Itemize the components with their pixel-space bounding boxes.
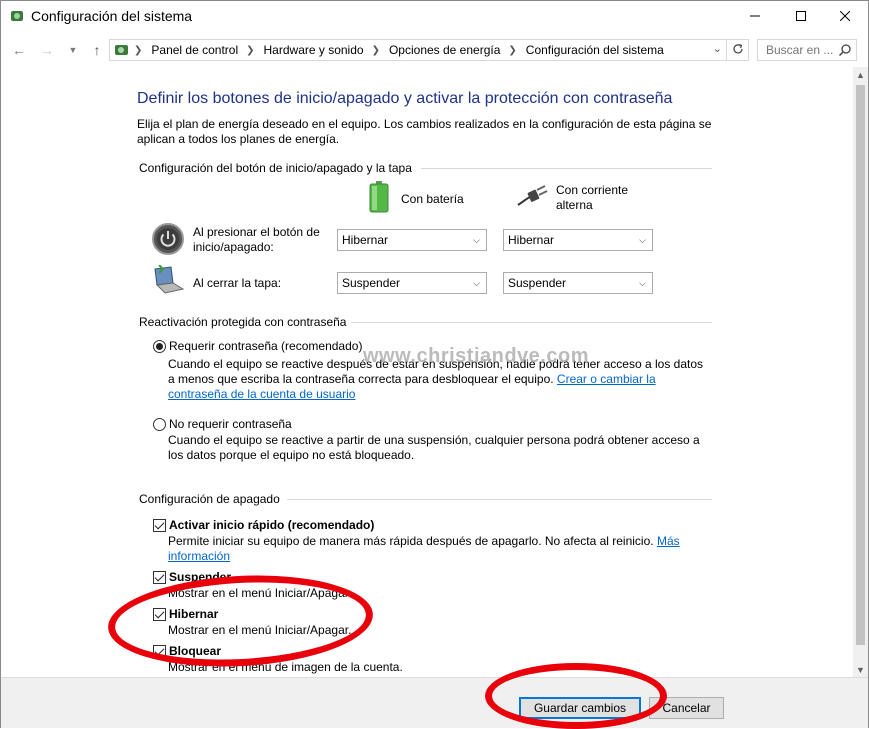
chevron-up-icon: ▲ <box>856 69 865 80</box>
password-section-title: Reactivación protegida con contraseña <box>139 315 347 329</box>
minimize-icon <box>750 10 760 24</box>
power-buttons-section-title: Configuración del botón de inicio/apagad… <box>139 161 412 175</box>
section-divider <box>421 168 712 169</box>
section-divider <box>287 499 712 500</box>
close-icon <box>839 10 851 24</box>
breadcrumb-item-panel[interactable]: Panel de control <box>151 43 238 57</box>
refresh-button[interactable] <box>726 40 748 60</box>
power-button-battery-value: Hibernar <box>342 233 389 247</box>
watermark-text: www.christiandve.com <box>363 345 589 367</box>
hibernate-checkbox[interactable] <box>153 608 166 621</box>
breadcrumb-separator-icon: ❯ <box>246 44 255 56</box>
title-bar: Configuración del sistema <box>1 1 868 32</box>
breadcrumb: ❯ Panel de control ❯ Hardware y sonido ❯… <box>134 43 664 57</box>
fast-startup-desc-text: Permite iniciar su equipo de manera más … <box>168 534 654 548</box>
ac-column-label: Con corriente alterna <box>556 183 629 212</box>
sleep-checkbox[interactable] <box>153 571 166 584</box>
chevron-down-icon: ⌵ <box>639 235 646 245</box>
lock-label[interactable]: Bloquear <box>169 644 221 658</box>
window-title: Configuración del sistema <box>31 8 193 24</box>
close-button[interactable] <box>822 1 868 32</box>
chevron-down-icon: ⌵ <box>473 235 480 245</box>
scroll-up-button[interactable]: ▲ <box>853 67 868 82</box>
shutdown-section-title: Configuración de apagado <box>139 492 280 506</box>
lid-ac-value: Suspender <box>508 276 567 290</box>
navigation-bar: ← → ▼ ↑ ❯ Panel de control ❯ Hardware y … <box>1 37 868 63</box>
lid-ac-select[interactable]: Suspender ⌵ <box>503 272 653 294</box>
power-plug-icon <box>516 183 548 213</box>
breadcrumb-separator-icon: ❯ <box>371 44 380 56</box>
breadcrumb-separator-icon: ❯ <box>134 44 143 56</box>
back-arrow-icon: ← <box>12 42 26 58</box>
require-password-label[interactable]: Requerir contraseña (recomendado) <box>169 339 362 353</box>
breadcrumb-item-power[interactable]: Opciones de energía <box>389 43 500 57</box>
recent-locations-button[interactable]: ▼ <box>63 40 83 60</box>
page-title: Definir los botones de inicio/apagado y … <box>137 90 673 107</box>
forward-arrow-icon: → <box>40 42 54 58</box>
no-password-radio[interactable] <box>153 418 166 431</box>
no-password-description: Cuando el equipo se reactive a partir de… <box>168 433 700 462</box>
page-intro: Elija el plan de energía deseado en el e… <box>137 117 712 146</box>
scrollbar-thumb[interactable] <box>856 85 865 645</box>
back-button[interactable]: ← <box>9 40 29 60</box>
power-button-ac-value: Hibernar <box>508 233 555 247</box>
control-panel-icon <box>114 42 130 61</box>
minimize-button[interactable] <box>732 1 778 32</box>
chevron-down-icon: ⌵ <box>639 278 646 288</box>
search-input[interactable] <box>758 40 836 60</box>
address-dropdown-icon[interactable]: ⌄ <box>713 42 722 55</box>
no-password-label[interactable]: No requerir contraseña <box>169 417 292 431</box>
fast-startup-checkbox[interactable] <box>153 519 166 532</box>
breadcrumb-separator-icon: ❯ <box>508 44 517 56</box>
fast-startup-label[interactable]: Activar inicio rápido (recomendado) <box>169 518 374 532</box>
up-arrow-icon: ↑ <box>93 42 101 58</box>
laptop-lid-icon <box>151 264 185 298</box>
lid-row-label: Al cerrar la tapa: <box>193 276 282 290</box>
lid-battery-value: Suspender <box>342 276 401 290</box>
maximize-icon <box>796 10 806 24</box>
require-password-radio[interactable] <box>153 340 166 353</box>
chevron-down-icon: ▼ <box>856 664 865 675</box>
power-button-battery-select[interactable]: Hibernar ⌵ <box>337 229 487 251</box>
address-bar[interactable]: ❯ Panel de control ❯ Hardware y sonido ❯… <box>109 39 749 61</box>
lid-battery-select[interactable]: Suspender ⌵ <box>337 272 487 294</box>
vertical-scrollbar[interactable]: ▲ ▼ <box>853 67 868 677</box>
sleep-description: Mostrar en el menú Iniciar/Apagar. <box>168 586 352 600</box>
fast-startup-description: Permite iniciar su equipo de manera más … <box>168 534 688 564</box>
maximize-button[interactable] <box>778 1 824 32</box>
sleep-label[interactable]: Suspender <box>169 570 231 584</box>
battery-icon <box>369 181 389 217</box>
save-changes-button[interactable]: Guardar cambios <box>519 697 641 719</box>
up-button[interactable]: ↑ <box>87 40 107 60</box>
hibernate-label[interactable]: Hibernar <box>169 607 218 621</box>
forward-button[interactable]: → <box>37 40 57 60</box>
power-button-ac-select[interactable]: Hibernar ⌵ <box>503 229 653 251</box>
lock-description: Mostrar en el menú de imagen de la cuent… <box>168 660 403 674</box>
power-options-app-icon <box>9 8 25 27</box>
cancel-button[interactable]: Cancelar <box>649 697 724 719</box>
scroll-down-button[interactable]: ▼ <box>853 662 868 677</box>
breadcrumb-item-system[interactable]: Configuración del sistema <box>526 43 664 57</box>
footer-bar: Guardar cambios Cancelar <box>1 677 868 728</box>
section-divider <box>351 322 712 323</box>
main-content: Definir los botones de inicio/apagado y … <box>1 67 853 677</box>
battery-column-label: Con batería <box>401 191 464 206</box>
battery-column-header: Con batería <box>369 181 464 217</box>
hibernate-description: Mostrar en el menú Iniciar/Apagar. <box>168 623 352 637</box>
chevron-down-icon: ▼ <box>68 45 78 55</box>
power-button-icon <box>151 222 185 259</box>
breadcrumb-item-hardware[interactable]: Hardware y sonido <box>264 43 364 57</box>
control-panel-window: Configuración del sistema ← → ▼ ↑ ❯ Pane… <box>0 0 869 729</box>
refresh-icon <box>732 43 744 58</box>
chevron-down-icon: ⌵ <box>473 278 480 288</box>
lock-checkbox[interactable] <box>153 645 166 658</box>
search-box <box>757 39 857 61</box>
search-icon[interactable] <box>838 43 852 60</box>
power-button-row-label: Al presionar el botón de inicio/apagado: <box>193 225 320 254</box>
ac-column-header: Con corriente alterna <box>516 183 646 213</box>
